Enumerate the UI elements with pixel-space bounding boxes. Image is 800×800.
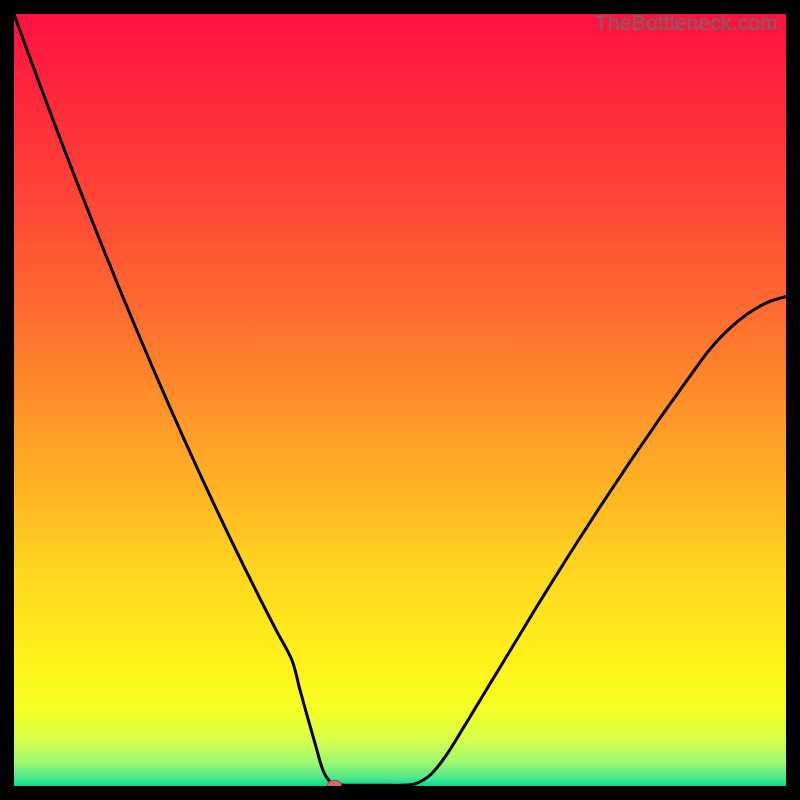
- bottleneck-chart: [14, 14, 786, 786]
- chart-background: [14, 14, 786, 786]
- optimal-point-marker: [327, 780, 341, 786]
- chart-frame: TheBottleneck.com: [14, 14, 786, 786]
- watermark-text: TheBottleneck.com: [595, 12, 778, 36]
